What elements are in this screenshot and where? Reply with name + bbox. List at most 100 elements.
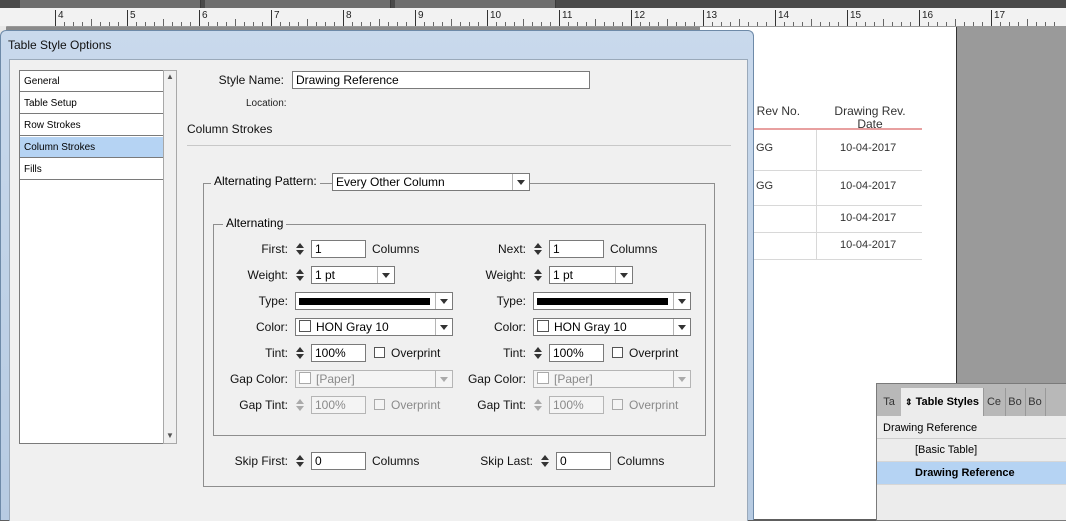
- first-weight-dropdown[interactable]: 1 pt: [311, 266, 395, 284]
- first-gap-tint-input[interactable]: 100%: [311, 396, 366, 414]
- skip-first-stepper-icon[interactable]: [294, 452, 308, 470]
- first-color-value: HON Gray 10: [316, 320, 389, 334]
- ruler-minor-tick: [586, 22, 587, 26]
- category-table-setup[interactable]: Table Setup: [20, 93, 163, 114]
- next-gap-overprint-checkbox[interactable]: [612, 399, 623, 410]
- skip-first-label: Skip First:: [234, 454, 288, 468]
- first-stepper-icon[interactable]: [294, 240, 308, 258]
- panel-tab-bar: Ta ⇕ Table Styles Ce Bo Bo: [877, 384, 1066, 416]
- scroll-up-icon[interactable]: ▲: [164, 71, 176, 83]
- ruler-minor-tick: [154, 22, 155, 26]
- ruler-minor-tick: [910, 22, 911, 26]
- panel-tab[interactable]: Ta: [877, 388, 902, 416]
- ruler-number: 13: [706, 10, 718, 21]
- solid-stroke-swatch: [299, 298, 430, 305]
- skip-last-input[interactable]: 0: [556, 452, 611, 470]
- next-columns-input[interactable]: 1: [549, 240, 604, 258]
- ruler-minor-tick: [874, 22, 875, 26]
- ruler-minor-tick: [361, 22, 362, 26]
- first-color-dropdown[interactable]: HON Gray 10: [295, 318, 453, 336]
- ruler-major-tick: [271, 10, 272, 26]
- next-type-label: Type:: [496, 294, 526, 308]
- ruler-minor-tick: [739, 19, 740, 26]
- first-tint-stepper-icon[interactable]: [294, 344, 308, 362]
- color-swatch-icon: [299, 320, 311, 332]
- ruler-minor-tick: [892, 22, 893, 26]
- panel-tab[interactable]: Bo: [1025, 388, 1046, 416]
- first-type-dropdown[interactable]: [295, 292, 453, 310]
- next-gap-tint-input[interactable]: 100%: [549, 396, 604, 414]
- tab-table-styles[interactable]: ⇕ Table Styles: [901, 388, 984, 416]
- style-list-item[interactable]: [Basic Table]: [877, 439, 1066, 461]
- first-gap-overprint-checkbox[interactable]: [374, 399, 385, 410]
- document-tab[interactable]: [20, 0, 201, 8]
- next-type-dropdown[interactable]: [533, 292, 691, 310]
- ruler-minor-tick: [1018, 22, 1019, 26]
- ruler-minor-tick: [298, 22, 299, 26]
- next-overprint-checkbox[interactable]: [612, 347, 623, 358]
- next-gap-color-dropdown[interactable]: [Paper]: [533, 370, 691, 388]
- next-color-value: HON Gray 10: [554, 320, 627, 334]
- ruler-number: 9: [418, 10, 424, 21]
- next-tint-stepper-icon[interactable]: [532, 344, 546, 362]
- next-weight-dropdown[interactable]: 1 pt: [549, 266, 633, 284]
- style-name-label: Style Name:: [218, 73, 284, 87]
- style-list-item-selected[interactable]: Drawing Reference: [877, 462, 1066, 484]
- ruler-number: 5: [130, 10, 136, 21]
- first-tint-input[interactable]: 100%: [311, 344, 366, 362]
- category-column-strokes[interactable]: Column Strokes: [20, 137, 163, 158]
- dialog-title: Table Style Options: [8, 38, 112, 52]
- next-color-dropdown[interactable]: HON Gray 10: [533, 318, 691, 336]
- table-styles-panel: Ta ⇕ Table Styles Ce Bo Bo Drawing Refer…: [876, 383, 1066, 521]
- ruler-minor-tick: [901, 22, 902, 26]
- pasteboard-right: [957, 27, 1066, 383]
- first-gap-tint-stepper-icon[interactable]: [294, 396, 308, 414]
- first-label: First:: [261, 242, 288, 256]
- ruler-minor-tick: [262, 22, 263, 26]
- ruler-minor-tick: [109, 22, 110, 26]
- chevron-down-icon: [615, 267, 632, 283]
- ruler-minor-tick: [424, 22, 425, 26]
- ruler-major-tick: [559, 10, 560, 26]
- next-weight-stepper-icon[interactable]: [532, 266, 546, 284]
- ruler-minor-tick: [181, 22, 182, 26]
- ruler-major-tick: [703, 10, 704, 26]
- document-tab[interactable]: [395, 0, 556, 8]
- next-tint-input[interactable]: 100%: [549, 344, 604, 362]
- skip-first-input[interactable]: 0: [311, 452, 366, 470]
- alternating-pattern-label: Alternating Pattern:: [214, 174, 317, 188]
- ruler-minor-tick: [226, 22, 227, 26]
- ruler-minor-tick: [838, 22, 839, 26]
- next-gap-overprint-label: Overprint: [629, 398, 679, 412]
- tab-table-styles-label: Table Styles: [915, 396, 979, 408]
- scroll-down-icon[interactable]: ▼: [164, 430, 176, 442]
- panel-tab[interactable]: Bo: [1005, 388, 1026, 416]
- ruler-minor-tick: [82, 22, 83, 26]
- skip-last-stepper-icon[interactable]: [539, 452, 553, 470]
- ruler-major-tick: [415, 10, 416, 26]
- ruler-minor-tick: [676, 22, 677, 26]
- category-general[interactable]: General: [20, 71, 163, 92]
- ruler-minor-tick: [712, 22, 713, 26]
- first-weight-stepper-icon[interactable]: [294, 266, 308, 284]
- category-fills[interactable]: Fills: [20, 159, 163, 180]
- alternating-pattern-dropdown[interactable]: Every Other Column: [332, 173, 530, 191]
- first-columns-input[interactable]: 1: [311, 240, 366, 258]
- first-gap-color-dropdown[interactable]: [Paper]: [295, 370, 453, 388]
- category-scrollbar[interactable]: ▲ ▼: [163, 70, 177, 444]
- style-name-input[interactable]: Drawing Reference: [292, 71, 590, 89]
- category-row-strokes[interactable]: Row Strokes: [20, 115, 163, 136]
- panel-tab[interactable]: Ce: [983, 388, 1006, 416]
- ruler-minor-tick: [514, 22, 515, 26]
- next-tint-label: Tint:: [503, 346, 526, 360]
- ruler-minor-tick: [541, 22, 542, 26]
- ruler-minor-tick: [136, 22, 137, 26]
- next-stepper-icon[interactable]: [532, 240, 546, 258]
- document-tab[interactable]: [205, 0, 391, 8]
- first-overprint-checkbox[interactable]: [374, 347, 385, 358]
- ruler-minor-tick: [91, 19, 92, 26]
- ruler-minor-tick: [577, 22, 578, 26]
- chevron-down-icon: [377, 267, 394, 283]
- next-gap-tint-stepper-icon[interactable]: [532, 396, 546, 414]
- next-unit-label: Columns: [610, 242, 658, 256]
